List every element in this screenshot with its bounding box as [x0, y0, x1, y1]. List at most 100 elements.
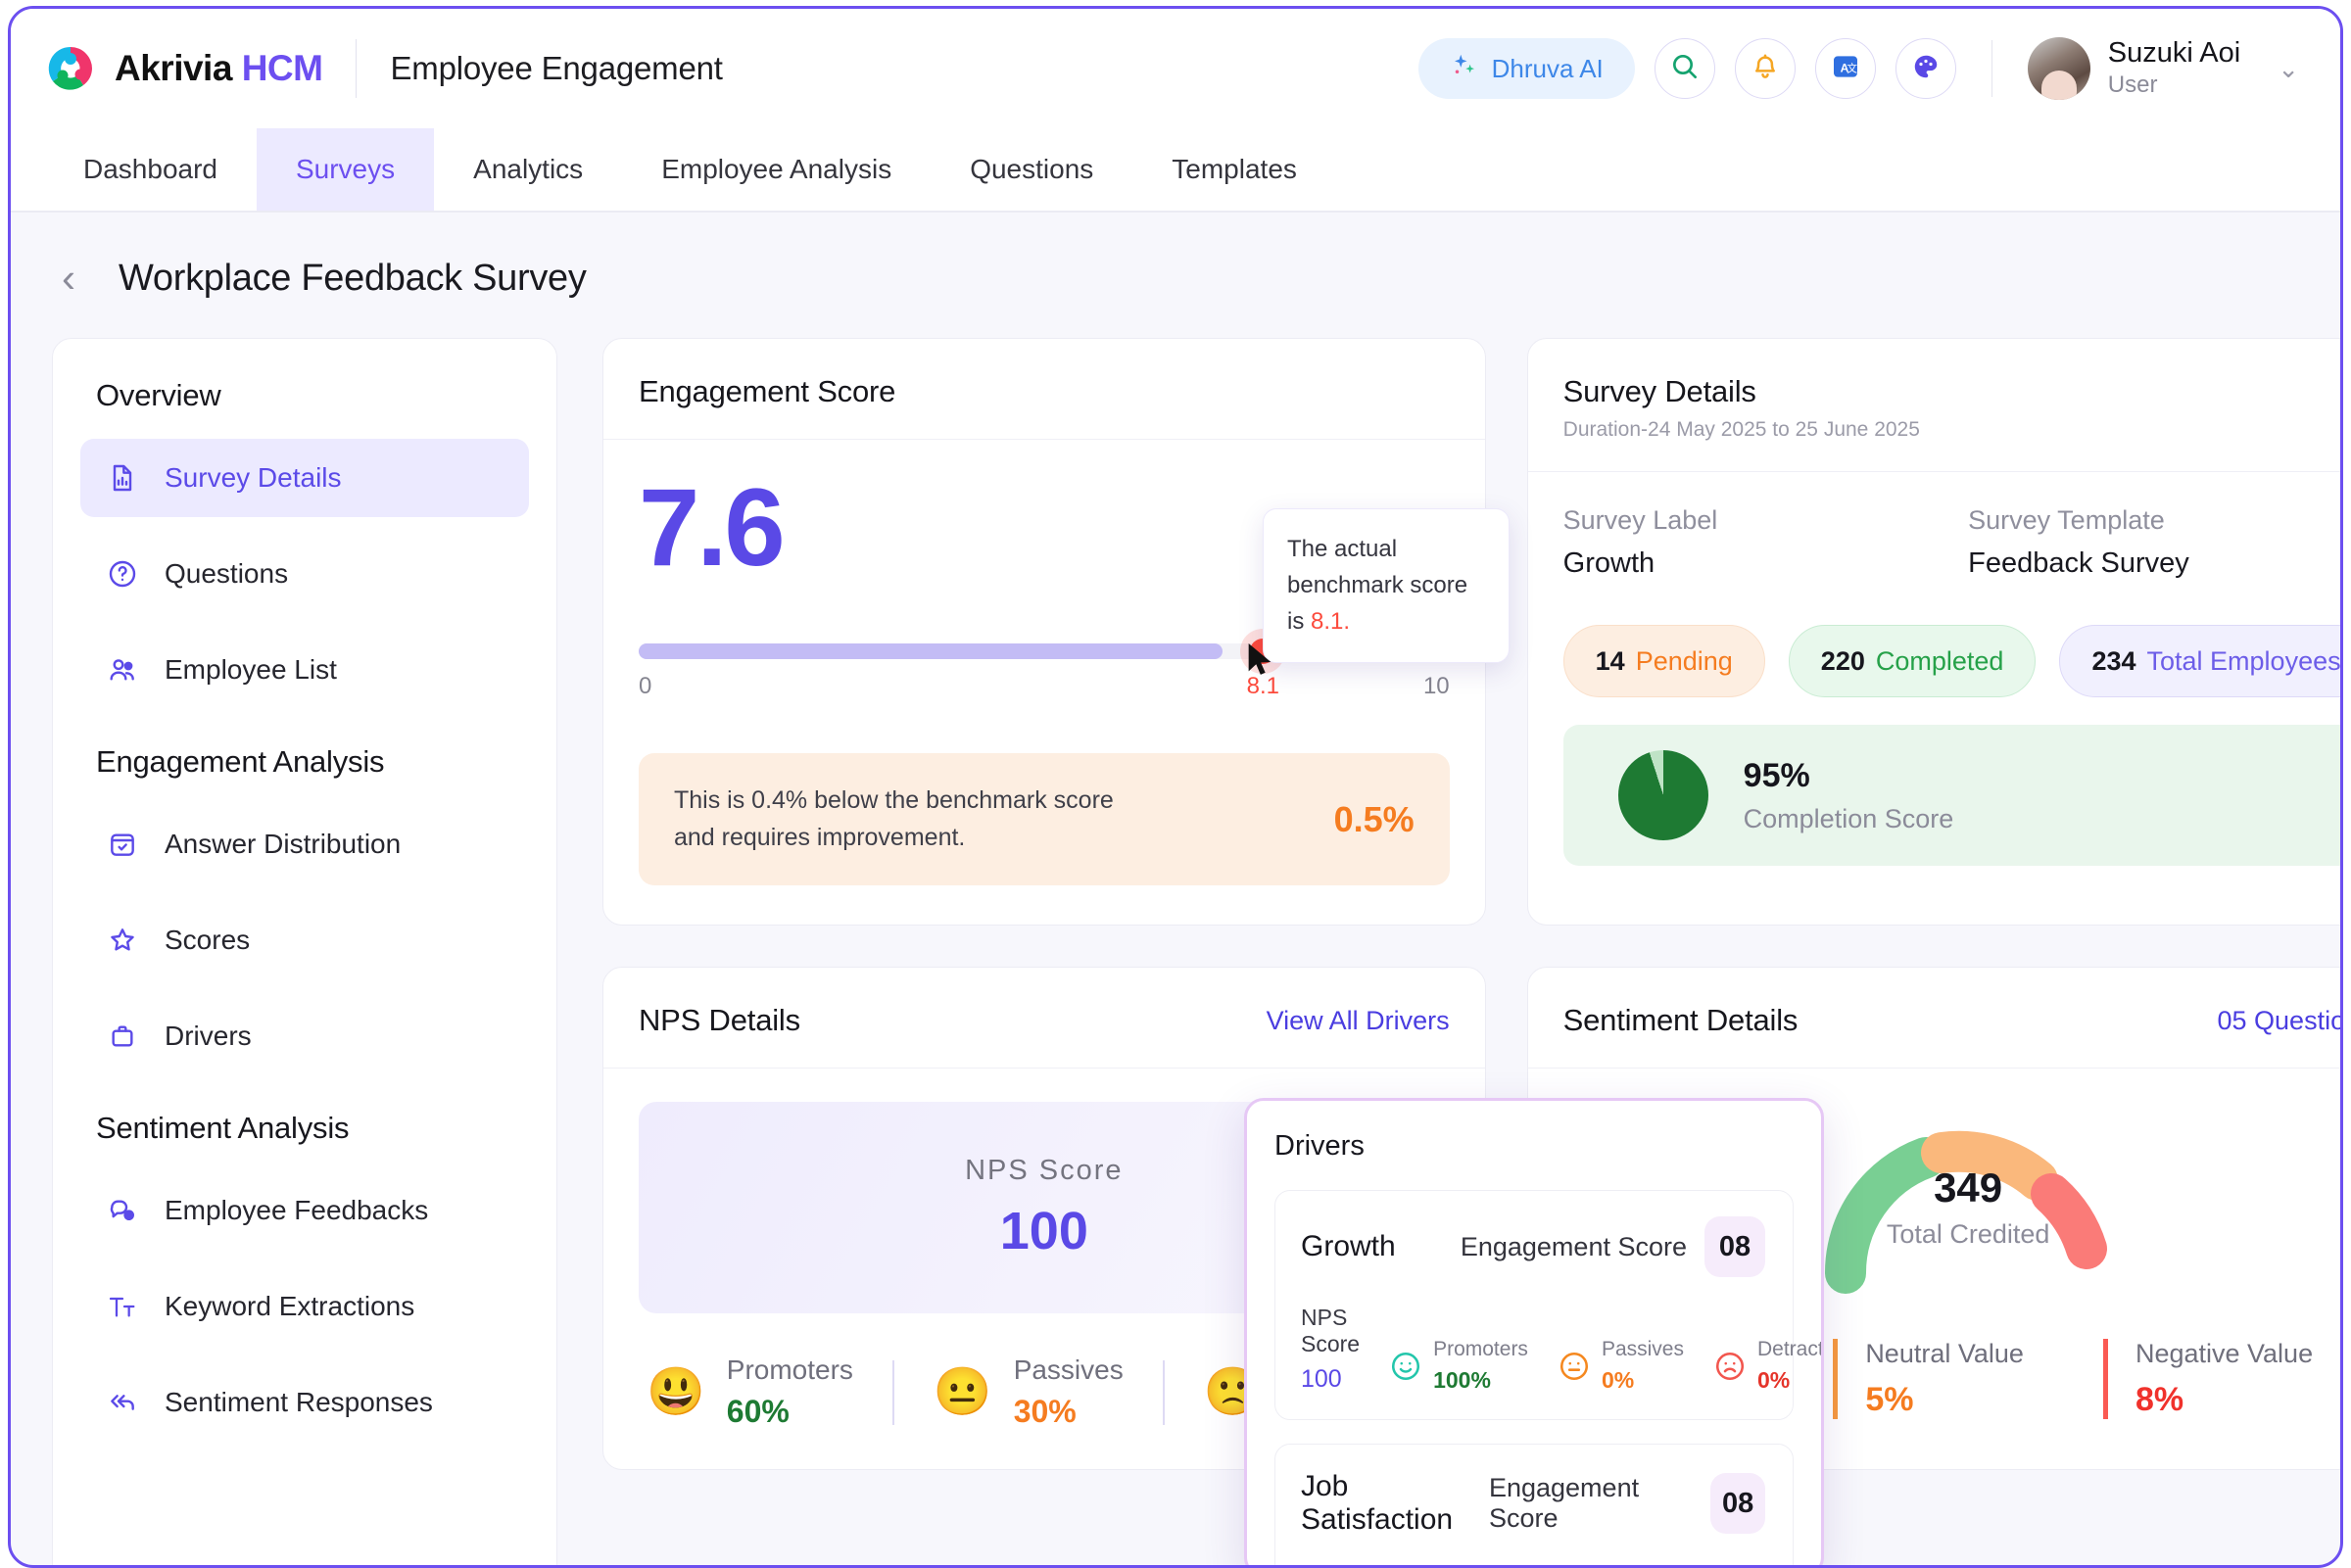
tab-questions[interactable]: Questions: [931, 128, 1132, 211]
card-title: Engagement Score: [639, 374, 896, 408]
view-all-drivers-link[interactable]: View All Drivers: [1267, 1006, 1450, 1036]
sidebar-item-scores[interactable]: Scores: [80, 901, 529, 979]
slider-fill: [639, 643, 1223, 659]
document-chart-icon: [106, 461, 139, 495]
briefcase-icon: [106, 1020, 139, 1053]
passives-value: 0%: [1601, 1367, 1635, 1393]
dhruva-ai-button[interactable]: Dhruva AI: [1417, 38, 1635, 99]
detractors-label: Detractors: [1756, 1338, 1824, 1360]
status-badge-total-employees[interactable]: 234 Total Employees: [2059, 625, 2340, 697]
sentiment-neutral: Neutral Value 5%: [1833, 1339, 2103, 1419]
sidebar-item-label: Employee List: [165, 654, 337, 685]
sidebar-item-label: Employee Feedbacks: [165, 1195, 429, 1225]
chat-bubbles-icon: [106, 1194, 139, 1227]
driver-detractors: Detractors 0%: [1713, 1338, 1824, 1394]
tab-analytics[interactable]: Analytics: [434, 128, 622, 211]
sidebar-group-overview: Overview: [96, 378, 221, 412]
survey-label-field: Survey Label Growth: [1563, 505, 1968, 580]
palette-icon: [1911, 52, 1941, 86]
scale-max-label: 10: [1422, 673, 1450, 699]
engagement-score-value: 08: [1710, 1473, 1765, 1534]
promoters-label: Promoters: [1433, 1338, 1528, 1360]
sidebar-group-engagement-analysis: Engagement Analysis: [96, 744, 385, 779]
brand-name: Akrivia HCM: [115, 48, 323, 88]
dhruva-ai-label: Dhruva AI: [1491, 53, 1604, 83]
notifications-button[interactable]: [1734, 38, 1796, 99]
text-size-icon: [106, 1290, 139, 1323]
negative-value: 8%: [2135, 1381, 2184, 1418]
tooltip-value: 8.1.: [1311, 608, 1351, 636]
sidebar-item-keyword-extractions[interactable]: Keyword Extractions: [80, 1267, 529, 1346]
chevron-down-icon[interactable]: ⌄: [2278, 54, 2299, 84]
page-title: Workplace Feedback Survey: [119, 257, 587, 299]
questions-count-link[interactable]: 05 Questions: [2218, 1006, 2341, 1036]
page-header: ‹ Workplace Feedback Survey: [52, 240, 2299, 316]
sidebar-item-sentiment-responses[interactable]: Sentiment Responses: [80, 1363, 529, 1442]
driver-row-growth[interactable]: Growth Engagement Score 08 NPS Score 100: [1274, 1190, 1821, 1420]
engagement-score-label: Engagement Score: [1460, 1231, 1687, 1261]
drivers-popup-title: Drivers: [1274, 1130, 1365, 1162]
sidebar-item-label: Questions: [165, 558, 289, 589]
sidebar-item-label: Sentiment Responses: [165, 1387, 433, 1417]
header-divider: [356, 39, 358, 98]
translate-icon: A 文: [1830, 51, 1861, 87]
total-count: 234: [2091, 645, 2136, 676]
driver-engagement: Engagement Score 08: [1461, 1216, 1765, 1277]
engagement-score-value: 08: [1704, 1216, 1765, 1277]
sidebar-item-questions[interactable]: Questions: [80, 535, 529, 613]
detractors-value: 0%: [1756, 1367, 1791, 1393]
theme-palette-button[interactable]: [1895, 38, 1956, 99]
tab-dashboard[interactable]: Dashboard: [44, 128, 257, 211]
nps-label: NPS Score: [1301, 1305, 1361, 1356]
total-credited-label: Total Credited: [1886, 1219, 2050, 1249]
driver-row-job-satisfaction[interactable]: Job Satisfaction Engagement Score 08 NPS…: [1274, 1444, 1794, 1565]
translate-button[interactable]: A 文: [1814, 38, 1876, 99]
checkbox-box-icon: [106, 828, 139, 861]
survey-label-value: Growth: [1562, 547, 1655, 579]
nps-score-label: NPS Score: [965, 1154, 1124, 1186]
sparkle-icon: [1450, 51, 1479, 87]
mouse-cursor-icon: [1243, 641, 1276, 685]
search-icon: [1669, 51, 1701, 87]
header-context-title: Employee Engagement: [390, 50, 723, 86]
back-button[interactable]: ‹: [52, 254, 85, 303]
slider-scale-labels: 0 8.1 10: [639, 673, 1450, 708]
completed-label: Completed: [1875, 645, 2004, 676]
status-badge-pending[interactable]: 14 Pending: [1562, 625, 1765, 697]
sidebar-item-employee-feedbacks[interactable]: Employee Feedbacks: [80, 1171, 529, 1250]
sentiment-details-header: Sentiment Details 05 Questions: [1527, 968, 2341, 1069]
status-badge-completed[interactable]: 220 Completed: [1788, 625, 2037, 697]
driver-nps: NPS Score 100: [1301, 1305, 1360, 1394]
sidebar-item-answer-distribution[interactable]: Answer Distribution: [80, 805, 529, 883]
tab-templates[interactable]: Templates: [1132, 128, 1336, 211]
neutral-value: 5%: [1865, 1381, 1914, 1418]
driver-nps: NPS Score 100: [1301, 1564, 1360, 1565]
users-icon: [106, 653, 139, 687]
tab-employee-analysis[interactable]: Employee Analysis: [622, 128, 931, 211]
brand-logo[interactable]: Akrivia HCM: [44, 42, 323, 95]
driver-stats: NPS Score 100 Promoters 100%: [1301, 1305, 1821, 1394]
negative-label: Negative Value: [2135, 1339, 2314, 1368]
survey-template-value: Feedback Survey: [1968, 547, 2189, 579]
nps-details-header: NPS Details View All Drivers: [603, 968, 1485, 1069]
gauge-center-values: 349 Total Credited: [1806, 1164, 2130, 1250]
survey-label-key: Survey Label: [1562, 505, 1718, 535]
driver-stats: NPS Score 100 Promoters 100%: [1301, 1564, 1765, 1565]
search-button[interactable]: [1654, 38, 1715, 99]
promoters-value: 100%: [1433, 1367, 1491, 1393]
user-name: Suzuki Aoi: [2107, 36, 2241, 69]
sidebar-item-drivers[interactable]: Drivers: [80, 997, 529, 1075]
benchmark-alert: This is 0.4% below the benchmark score a…: [639, 753, 1450, 885]
bell-icon: [1751, 52, 1780, 86]
sidebar-item-survey-details[interactable]: Survey Details: [80, 439, 529, 517]
nps-stat-passives: 😐 Passives 30%: [894, 1354, 1163, 1430]
sidebar-item-label: Answer Distribution: [165, 829, 402, 859]
card-title: Survey Details: [1562, 374, 1756, 408]
sidebar-item-employee-list[interactable]: Employee List: [80, 631, 529, 709]
user-menu[interactable]: Suzuki Aoi User ⌄: [2027, 36, 2299, 101]
driver-promoters: Promoters 100%: [1389, 1338, 1528, 1394]
completed-count: 220: [1820, 645, 1865, 676]
passives-label: Passives: [1601, 1338, 1684, 1360]
tab-surveys[interactable]: Surveys: [256, 128, 435, 211]
passive-neutral-emoji: 😐: [933, 1365, 992, 1418]
